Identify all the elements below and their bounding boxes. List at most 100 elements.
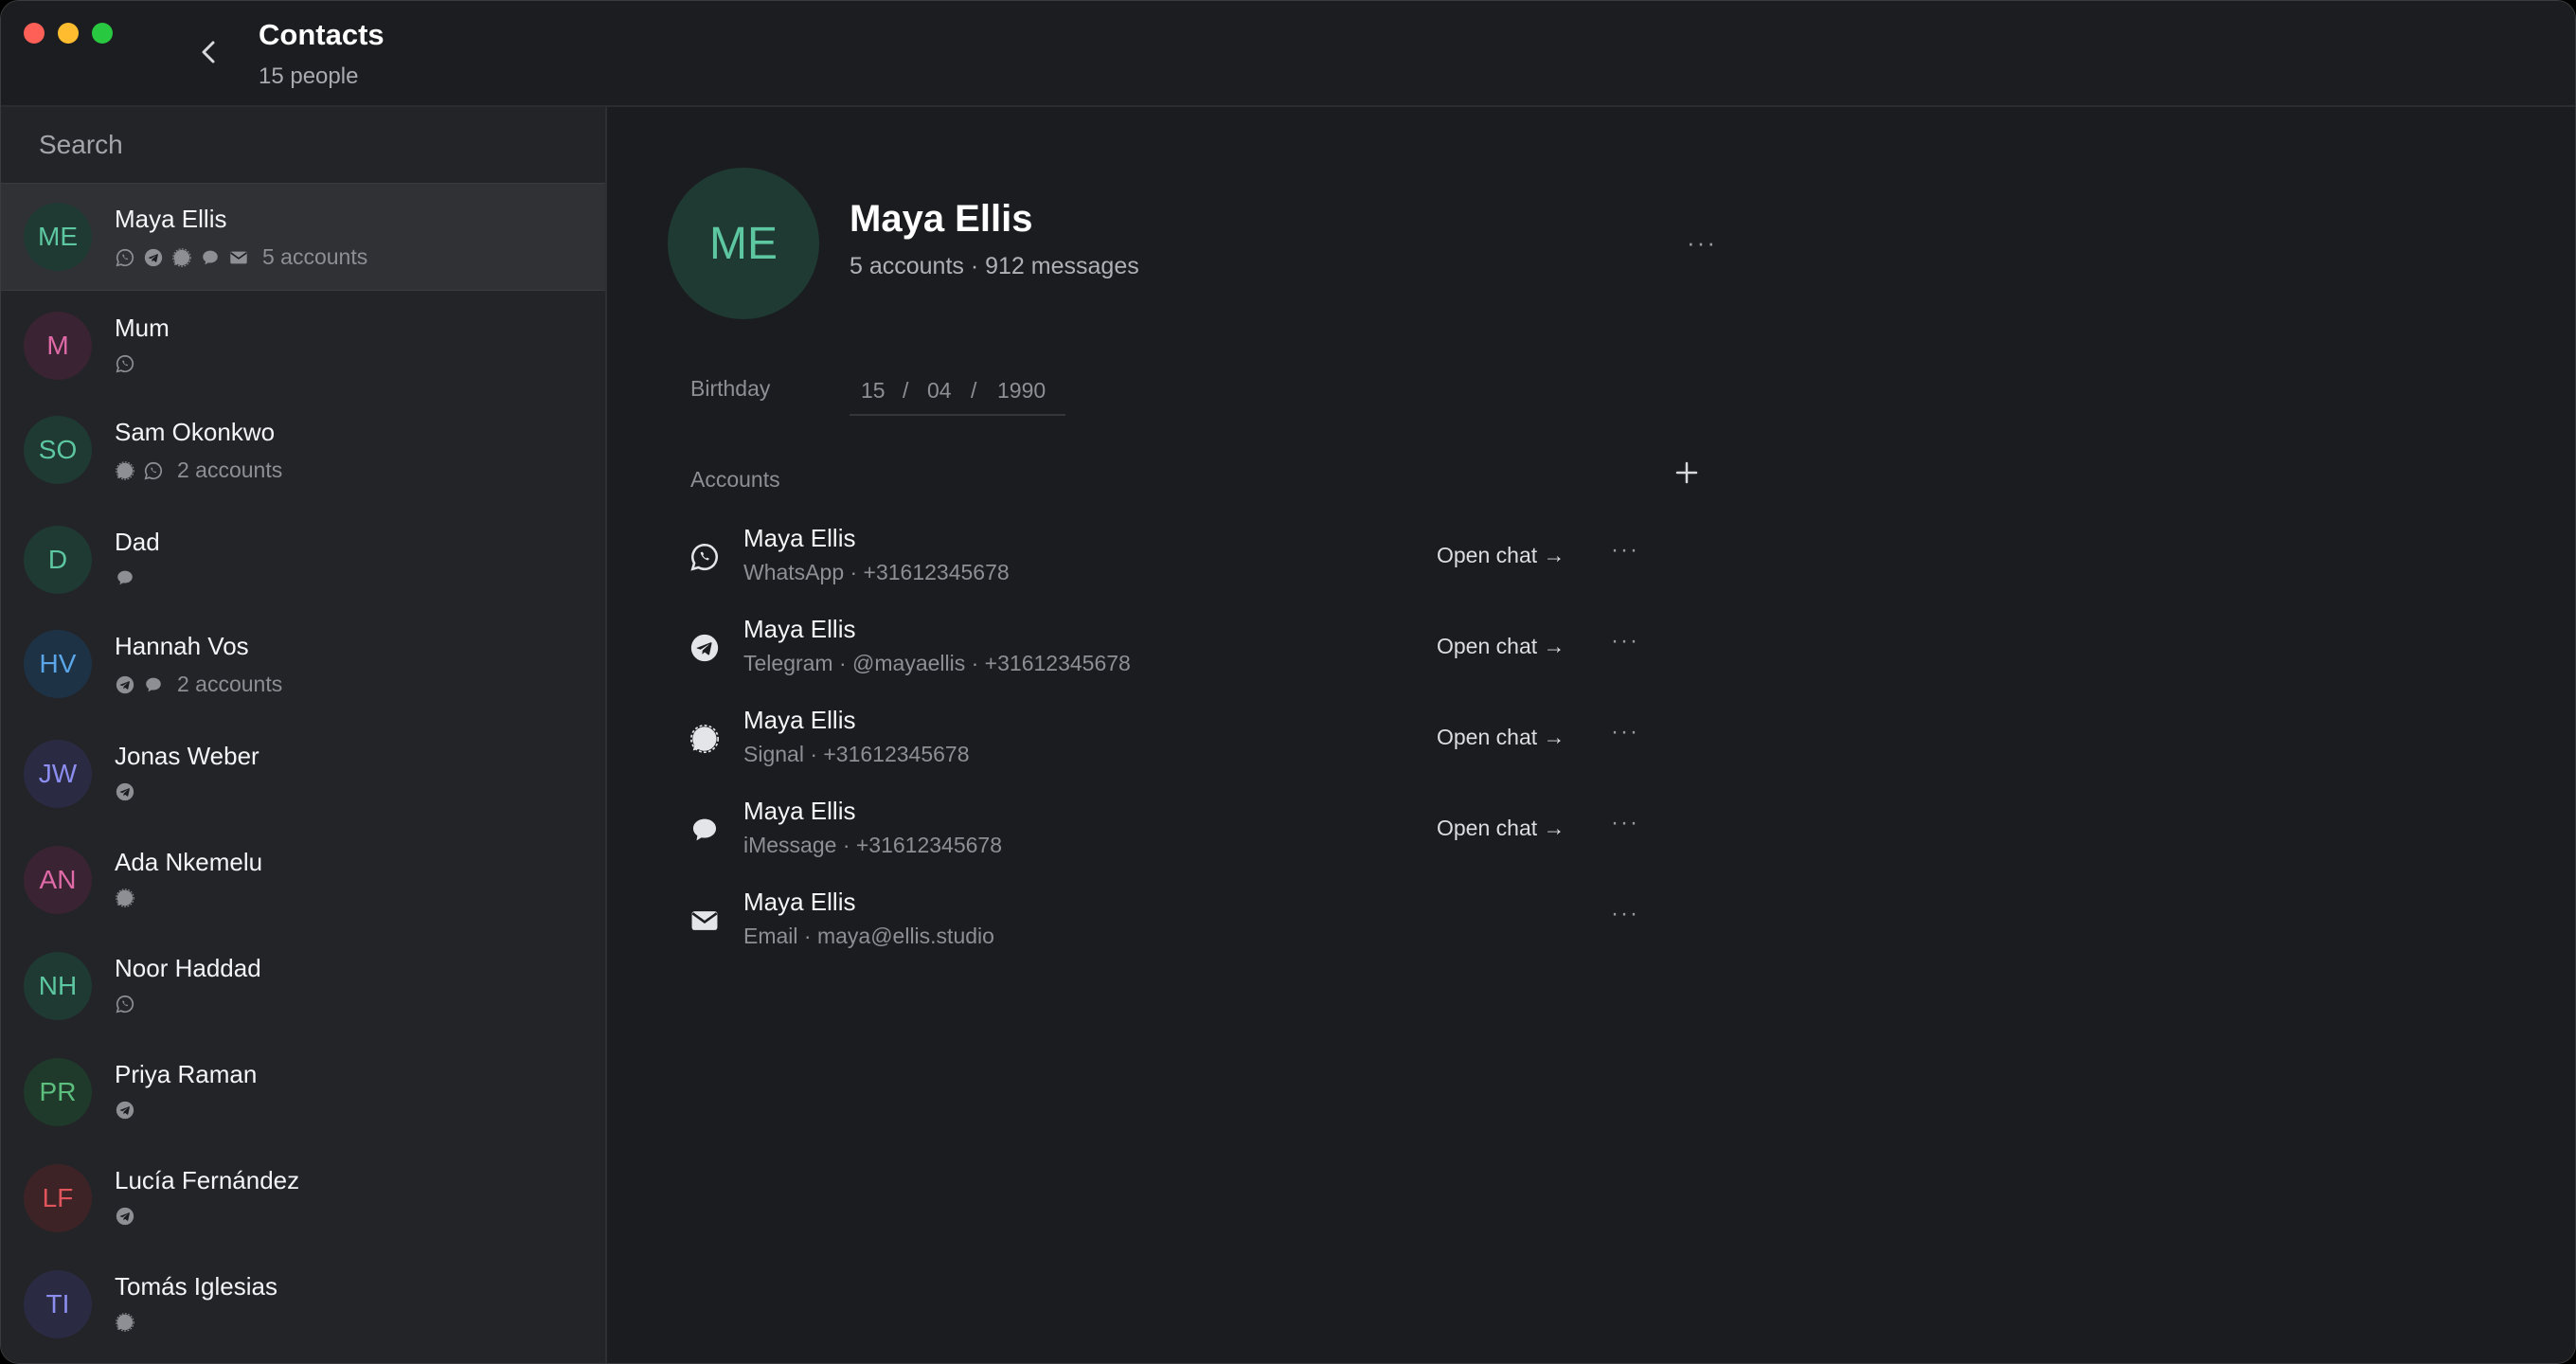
contact-accounts-summary: [115, 994, 135, 1014]
telegram-icon: [115, 1100, 135, 1121]
birthday-field[interactable]: 15 / 04 / 1990: [850, 372, 1065, 416]
account-name: Maya Ellis: [743, 615, 856, 643]
whatsapp-icon: [143, 460, 164, 481]
add-account-plus-icon[interactable]: [1673, 459, 1700, 486]
contact-avatar: HV: [24, 630, 92, 698]
contact-accounts-summary: [115, 567, 135, 588]
open-chat-button[interactable]: Open chat →: [1437, 543, 1565, 568]
telegram-icon: [689, 632, 721, 664]
imessage-icon: [143, 674, 164, 695]
contact-row[interactable]: HV Hannah Vos 2 accounts: [1, 611, 605, 717]
contact-accounts-summary: 2 accounts: [115, 672, 282, 697]
back-chevron-icon[interactable]: [194, 37, 224, 67]
email-icon: [228, 247, 249, 268]
contact-name: Ada Nkemelu: [115, 848, 263, 876]
contact-name: Hannah Vos: [115, 632, 249, 660]
account-detail: Email · maya@ellis.studio: [743, 924, 994, 948]
account-name: Maya Ellis: [743, 797, 856, 825]
imessage-icon: [115, 567, 135, 588]
account-name: Maya Ellis: [743, 706, 856, 734]
contact-row[interactable]: D Dad: [1, 507, 605, 613]
contact-row[interactable]: LF Lucía Fernández: [1, 1145, 605, 1251]
contact-row[interactable]: JW Jonas Weber: [1, 721, 605, 827]
contact-avatar: SO: [24, 416, 92, 484]
whatsapp-icon: [115, 247, 135, 268]
contact-row[interactable]: TI Tomás Iglesias: [1, 1251, 605, 1357]
signal-icon: [171, 247, 192, 268]
account-more-button[interactable]: ···: [1611, 719, 1639, 745]
contact-name: Maya Ellis: [115, 205, 227, 233]
contact-row[interactable]: AN Ada Nkemelu: [1, 827, 605, 933]
contact-account-count: 5 accounts: [262, 244, 368, 269]
contact-row[interactable]: PR Priya Raman: [1, 1039, 605, 1145]
birthday-day[interactable]: 15: [861, 378, 886, 404]
account-more-button[interactable]: ···: [1611, 628, 1639, 655]
profile-name: Maya Ellis: [850, 198, 1033, 240]
contact-name: Noor Haddad: [115, 954, 261, 982]
whatsapp-icon: [115, 353, 135, 374]
contact-name: Jonas Weber: [115, 742, 259, 770]
contact-accounts-summary: [115, 1206, 135, 1227]
title-bar: Contacts 15 people: [1, 1, 2575, 107]
open-chat-button[interactable]: Open chat →: [1437, 725, 1565, 750]
birthday-year[interactable]: 1990: [997, 378, 1046, 404]
account-more-button[interactable]: ···: [1611, 537, 1639, 564]
contact-name: Dad: [115, 528, 160, 556]
contact-row[interactable]: M Mum: [1, 293, 605, 399]
zoom-window-button[interactable]: [92, 23, 113, 44]
open-chat-button[interactable]: Open chat →: [1437, 816, 1565, 841]
contact-avatar: M: [24, 312, 92, 380]
account-detail: WhatsApp · +31612345678: [743, 560, 1010, 584]
contacts-sidebar: Search ME Maya Ellis 5 accounts M Mum SO Sam O…: [1, 107, 607, 1363]
telegram-icon: [115, 781, 135, 802]
account-detail: iMessage · +31612345678: [743, 833, 1003, 857]
account-row: Maya Ellis Signal · +31612345678 Open chat…: [689, 694, 1730, 785]
email-icon: [689, 905, 721, 937]
contact-avatar: NH: [24, 952, 92, 1020]
telegram-icon: [115, 1206, 135, 1227]
search-input[interactable]: Search: [39, 130, 123, 160]
account-row: Maya Ellis Telegram · @mayaellis · +31612…: [689, 603, 1730, 694]
birthday-label: Birthday: [690, 376, 771, 401]
account-more-button[interactable]: ···: [1611, 901, 1639, 927]
contact-name: Priya Raman: [115, 1060, 258, 1088]
contact-accounts-summary: 2 accounts: [115, 458, 282, 483]
whatsapp-icon: [689, 541, 721, 573]
app-window: Contacts 15 people Search ME Maya Ellis 5 …: [0, 0, 2576, 1364]
accounts-label: Accounts: [690, 467, 780, 492]
contact-row[interactable]: SO Sam Okonkwo 2 accounts: [1, 397, 605, 503]
account-row: Maya Ellis iMessage · +31612345678 Open ch…: [689, 785, 1730, 876]
account-detail: Signal · +31612345678: [743, 742, 970, 766]
birthday-month[interactable]: 04: [927, 378, 952, 404]
signal-icon: [689, 723, 721, 755]
contact-avatar: LF: [24, 1164, 92, 1232]
account-row: Maya Ellis WhatsApp · +31612345678 Open ch…: [689, 512, 1730, 603]
open-chat-button[interactable]: Open chat →: [1437, 634, 1565, 659]
profile-stats: 5 accounts · 912 messages: [850, 253, 1139, 279]
contact-accounts-summary: [115, 353, 135, 374]
imessage-icon: [200, 247, 221, 268]
profile-more-button[interactable]: ···: [1687, 228, 1717, 258]
contact-avatar: PR: [24, 1058, 92, 1126]
contact-avatar: ME: [24, 203, 92, 271]
contact-name: Mum: [115, 314, 170, 342]
minimize-window-button[interactable]: [58, 23, 79, 44]
contact-row[interactable]: NH Noor Haddad: [1, 933, 605, 1039]
signal-icon: [115, 460, 135, 481]
close-window-button[interactable]: [24, 23, 45, 44]
page-title: Contacts: [259, 18, 385, 51]
contact-name: Lucía Fernández: [115, 1166, 300, 1194]
contact-detail-panel: ME Maya Ellis 5 accounts · 912 messages …: [607, 107, 2575, 1363]
telegram-icon: [143, 247, 164, 268]
contact-accounts-summary: [115, 781, 135, 802]
whatsapp-icon: [115, 994, 135, 1014]
birthday-separator: /: [971, 378, 977, 403]
account-detail: Telegram · @mayaellis · +31612345678: [743, 651, 1131, 675]
contact-name: Sam Okonkwo: [115, 418, 276, 446]
contact-accounts-summary: [115, 1312, 135, 1333]
account-more-button[interactable]: ···: [1611, 810, 1639, 836]
contact-row[interactable]: ME Maya Ellis 5 accounts: [1, 183, 605, 291]
contact-name: Tomás Iglesias: [115, 1272, 277, 1301]
contact-accounts-summary: [115, 1100, 135, 1121]
contact-accounts-summary: [115, 888, 135, 908]
